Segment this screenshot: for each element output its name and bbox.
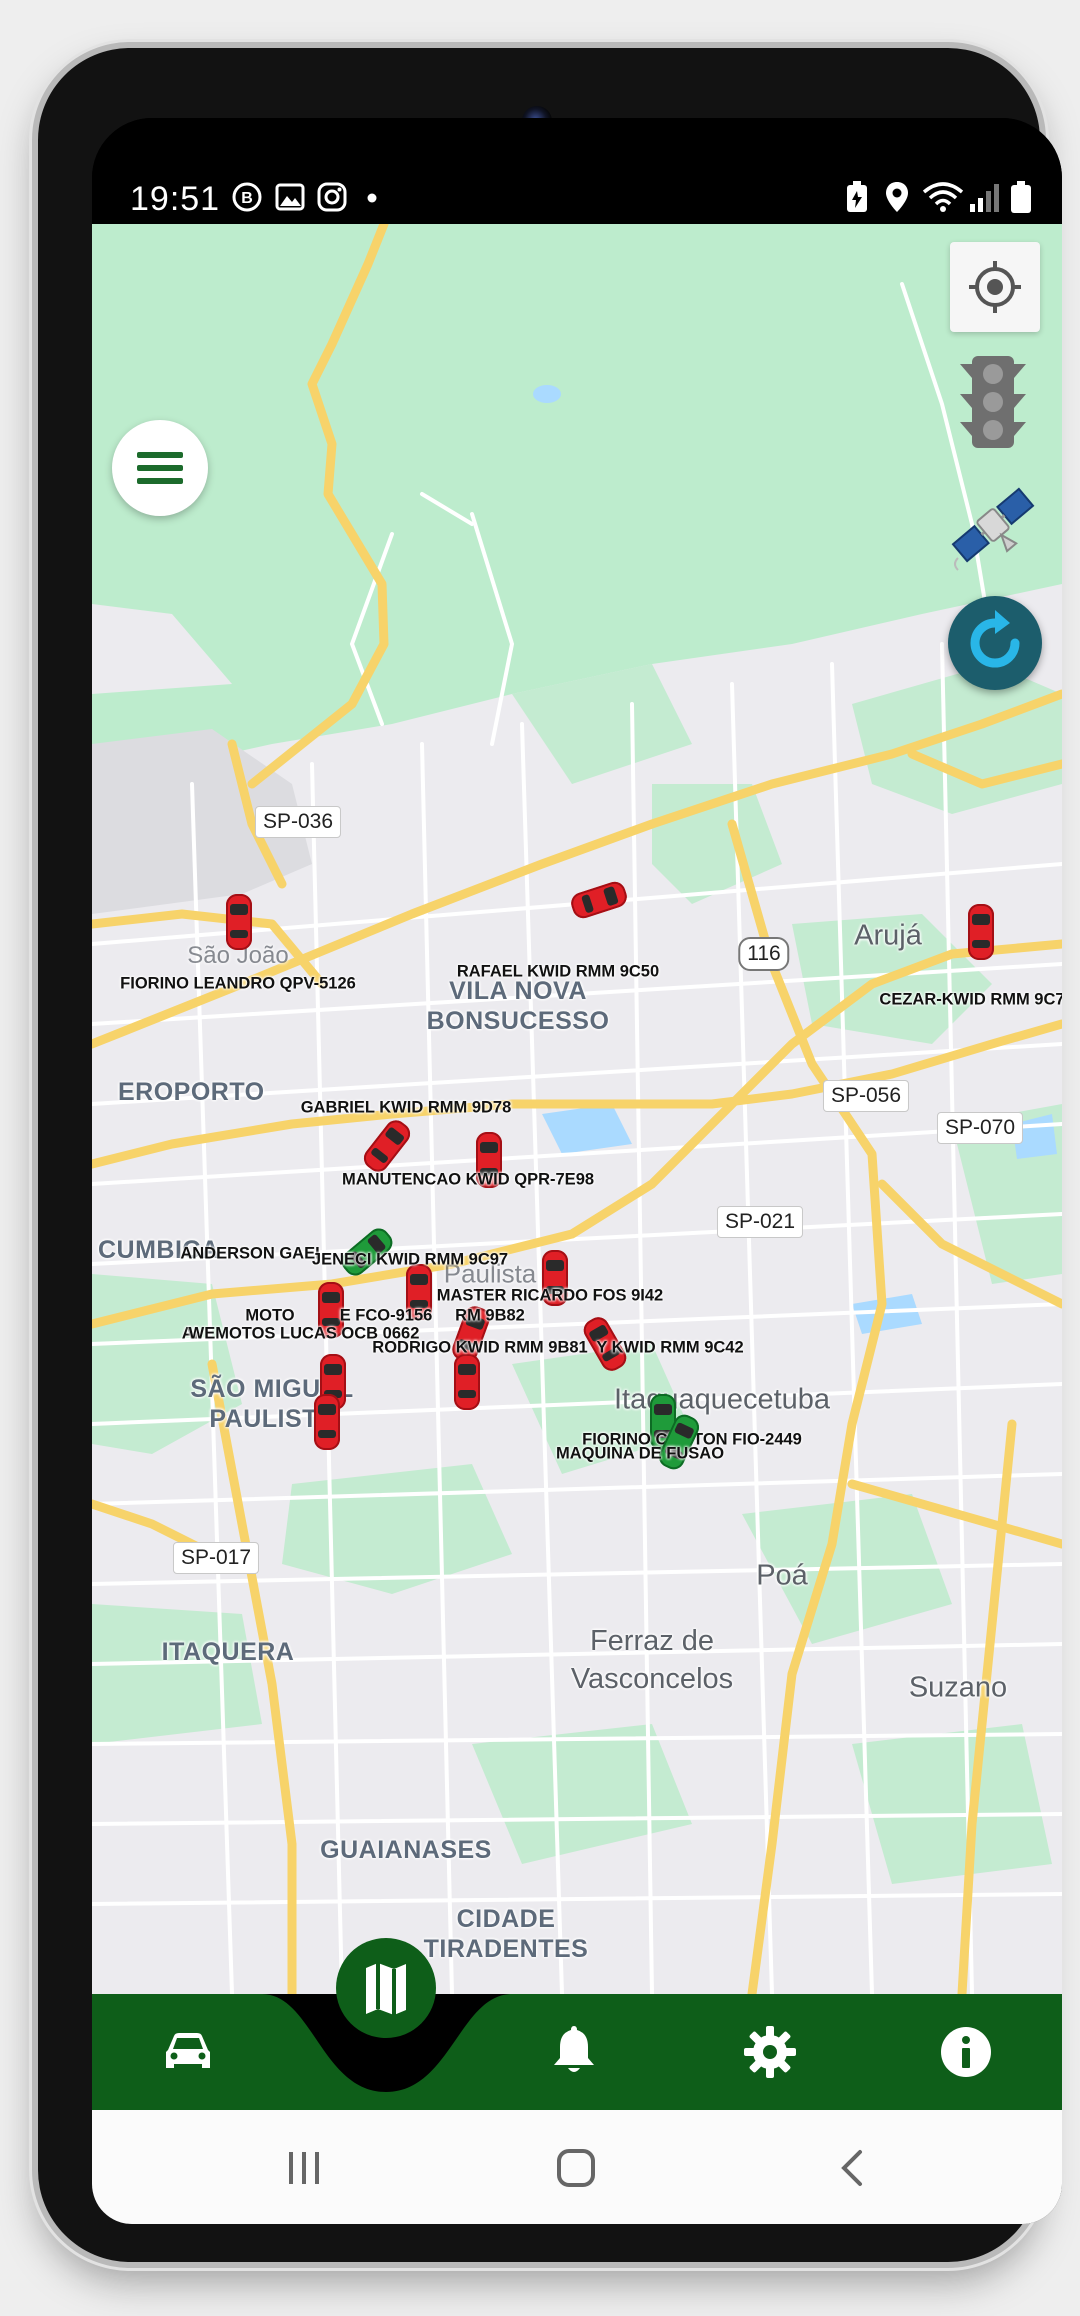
gear-icon[interactable]	[740, 2022, 800, 2082]
vehicle-label[interactable]: MASTER RICARDO FOS 9I42	[437, 1287, 663, 1306]
vehicle-label[interactable]: GABRIEL KWID RMM 9D78	[301, 1099, 512, 1118]
vehicle-label[interactable]: ANDERSON GAEI	[180, 1245, 319, 1264]
place-label: VILA NOVA BONSUCESSO	[426, 977, 610, 1035]
road-shield: SP-017	[172, 1542, 260, 1574]
vehicle-label[interactable]: MOTO	[245, 1307, 294, 1326]
vehicle-marker[interactable]	[454, 1354, 480, 1410]
vehicle-marker[interactable]	[226, 894, 252, 950]
vehicle-label[interactable]: RM 9B82	[455, 1307, 525, 1326]
place-label: ITAQUERA	[161, 1638, 295, 1666]
refresh-button[interactable]	[948, 596, 1042, 690]
battery-saver-icon	[847, 181, 867, 212]
nav-map-button[interactable]	[336, 1938, 436, 2038]
vehicle-marker[interactable]	[314, 1394, 340, 1450]
vehicle-label[interactable]: MAQUINA DE FUSAO	[556, 1445, 724, 1464]
phone-frame: 19:51 B VILA NOVA BONSUCESSO Arujá EROPO…	[38, 48, 1062, 2262]
battery-icon	[1011, 181, 1031, 213]
signal-icon	[970, 184, 999, 212]
traffic-button[interactable]	[958, 354, 1028, 450]
menu-button[interactable]	[112, 420, 208, 516]
location-icon	[886, 182, 908, 212]
place-label: Suzano	[908, 1671, 1008, 1704]
menu-icon-bar	[137, 478, 183, 484]
road-shield: SP-036	[254, 806, 342, 838]
system-nav-bar	[92, 2110, 1062, 2224]
traffic-light-icon	[960, 356, 1026, 448]
place-label: CIDADE TIRADENTES	[423, 1905, 589, 1963]
vehicle-marker[interactable]	[968, 904, 994, 960]
wifi-icon	[922, 182, 964, 212]
satellite-button[interactable]	[944, 476, 1042, 574]
road-shield: SP-056	[822, 1080, 910, 1112]
place-label: Itaquaquecetuba	[613, 1383, 831, 1416]
status-bar: 19:51 B	[92, 118, 1062, 224]
home-icon[interactable]	[554, 2146, 598, 2190]
road-shield: 116	[738, 937, 790, 971]
status-time: 19:51	[130, 180, 221, 218]
menu-icon-bar	[137, 465, 183, 471]
car-icon[interactable]	[158, 2022, 218, 2082]
place-label: GUAIANASES	[320, 1836, 492, 1864]
b-circle-icon: B	[232, 182, 262, 212]
vehicle-label[interactable]: Y KWID RMM 9C42	[596, 1339, 743, 1358]
instagram-icon	[317, 182, 347, 212]
svg-text:B: B	[241, 190, 253, 207]
crosshair-icon	[969, 261, 1021, 313]
place-label: Ferraz de Vasconcelos	[570, 1625, 734, 1695]
refresh-icon	[970, 610, 1020, 668]
vehicle-label[interactable]: MANUTENCAO KWID QPR-7E98	[342, 1171, 594, 1190]
menu-icon	[137, 452, 183, 458]
vehicle-label[interactable]: RAFAEL KWID RMM 9C50	[457, 963, 659, 982]
vehicle-label[interactable]: E FCO-9156	[340, 1307, 433, 1326]
place-label: EROPORTO	[118, 1078, 265, 1106]
bottom-nav	[92, 1938, 1062, 2110]
satellite-icon	[951, 487, 1035, 571]
vehicle-label[interactable]: FIORINO LEANDRO QPV-5126	[120, 975, 356, 994]
vehicle-label[interactable]: CEZAR-KWID RMM 9C7	[879, 991, 1062, 1010]
road-shield: SP-021	[716, 1206, 804, 1238]
map-icon	[366, 1963, 406, 2015]
map-view[interactable]: VILA NOVA BONSUCESSO Arujá EROPORTO CUMB…	[92, 224, 1062, 1994]
road-shield: SP-070	[936, 1112, 1024, 1144]
place-label: Poá	[756, 1559, 808, 1592]
recent-apps-icon[interactable]	[282, 2148, 326, 2188]
dot-icon	[367, 193, 377, 203]
bell-icon[interactable]	[544, 2020, 604, 2080]
vehicle-label[interactable]: JENECI KWID RMM 9C97	[312, 1251, 508, 1270]
vehicle-label[interactable]: RODRIGO KWID RMM 9B81	[372, 1339, 587, 1358]
back-icon[interactable]	[832, 2146, 872, 2190]
info-icon[interactable]	[936, 2022, 996, 2082]
place-label: Arujá	[854, 919, 922, 952]
locate-button[interactable]	[950, 242, 1040, 332]
map-tiles	[92, 224, 1062, 1994]
image-icon	[275, 183, 305, 211]
screen: 19:51 B VILA NOVA BONSUCESSO Arujá EROPO…	[92, 118, 1062, 2224]
